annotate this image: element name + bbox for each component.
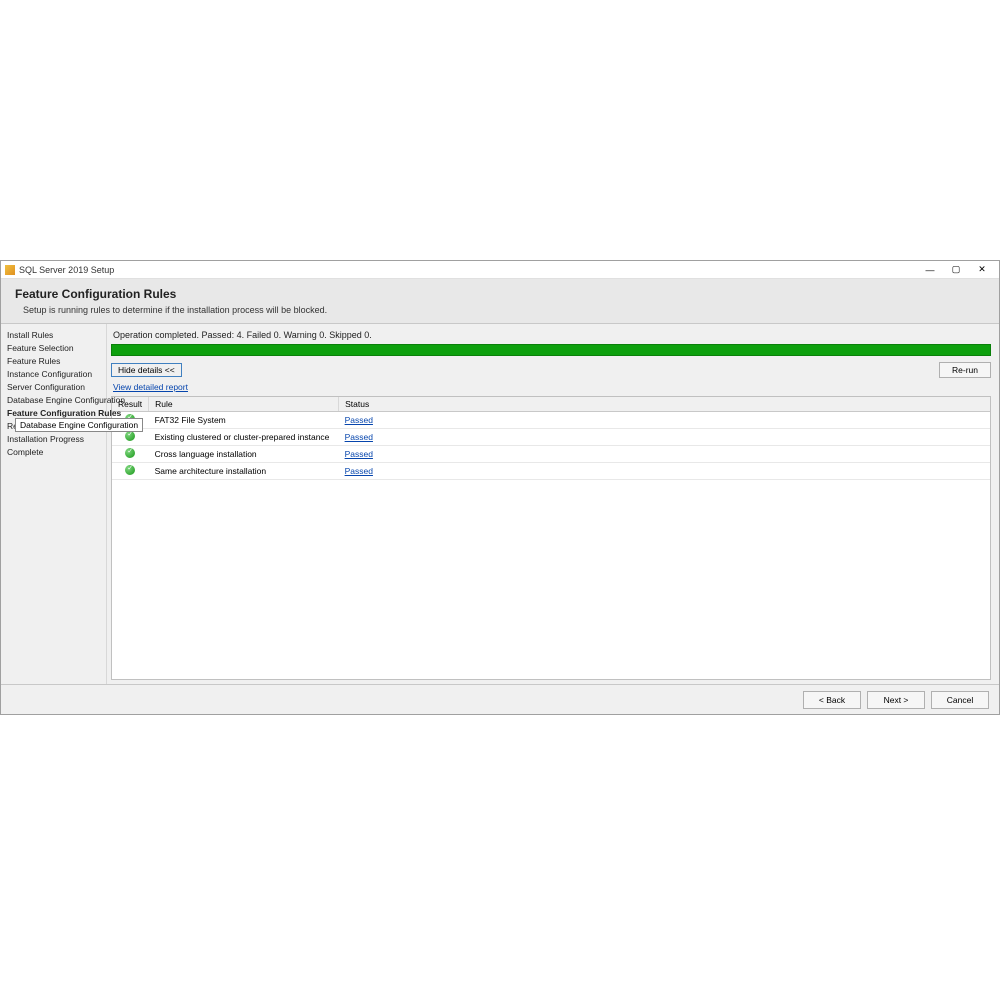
table-row[interactable]: Existing clustered or cluster-prepared i… [112, 429, 990, 446]
rule-cell: Cross language installation [149, 446, 339, 463]
sidebar-item-feature-rules[interactable]: Feature Rules [7, 354, 104, 367]
next-button[interactable]: Next > [867, 691, 925, 709]
col-status[interactable]: Status [339, 397, 990, 412]
view-report-link[interactable]: View detailed report [111, 380, 991, 396]
passed-icon [125, 465, 135, 475]
maximize-button[interactable]: ▢ [943, 262, 969, 278]
sidebar-item-server-config[interactable]: Server Configuration [7, 380, 104, 393]
rules-table-wrap: Result Rule Status FAT32 File System Pas… [111, 396, 991, 680]
setup-window: SQL Server 2019 Setup — ▢ ✕ Feature Conf… [0, 260, 1000, 715]
status-link[interactable]: Passed [345, 415, 373, 425]
passed-icon [125, 448, 135, 458]
rule-cell: Existing clustered or cluster-prepared i… [149, 429, 339, 446]
status-link[interactable]: Passed [345, 449, 373, 459]
rule-cell: FAT32 File System [149, 412, 339, 429]
window-title: SQL Server 2019 Setup [19, 265, 917, 275]
sidebar-item-complete[interactable]: Complete [7, 445, 104, 458]
status-link[interactable]: Passed [345, 432, 373, 442]
sidebar-item-install-progress[interactable]: Installation Progress [7, 432, 104, 445]
sidebar-item-feature-selection[interactable]: Feature Selection [7, 341, 104, 354]
col-rule[interactable]: Rule [149, 397, 339, 412]
passed-icon [125, 431, 135, 441]
table-row[interactable]: Same architecture installation Passed [112, 463, 990, 480]
cancel-button[interactable]: Cancel [931, 691, 989, 709]
details-row: Hide details << Re-run [111, 362, 991, 378]
rule-cell: Same architecture installation [149, 463, 339, 480]
app-icon [5, 265, 15, 275]
footer: < Back Next > Cancel [1, 684, 999, 714]
page-title: Feature Configuration Rules [15, 287, 989, 301]
hide-details-button[interactable]: Hide details << [111, 363, 182, 377]
status-link[interactable]: Passed [345, 466, 373, 476]
page-subtitle: Setup is running rules to determine if t… [15, 305, 989, 315]
rerun-button[interactable]: Re-run [939, 362, 991, 378]
sidebar-item-db-engine-config[interactable]: Database Engine Configuration [7, 393, 104, 406]
minimize-button[interactable]: — [917, 262, 943, 278]
main-panel: Operation completed. Passed: 4. Failed 0… [106, 324, 999, 684]
sidebar-tooltip: Database Engine Configuration [15, 418, 143, 432]
sidebar-item-instance-config[interactable]: Instance Configuration [7, 367, 104, 380]
window-controls: — ▢ ✕ [917, 262, 995, 278]
rules-table: Result Rule Status FAT32 File System Pas… [112, 397, 990, 480]
sidebar-item-install-rules[interactable]: Install Rules [7, 328, 104, 341]
table-row[interactable]: Cross language installation Passed [112, 446, 990, 463]
body: Install Rules Feature Selection Feature … [1, 324, 999, 684]
progress-bar [111, 344, 991, 356]
table-row[interactable]: FAT32 File System Passed [112, 412, 990, 429]
sidebar: Install Rules Feature Selection Feature … [1, 324, 106, 684]
operation-status: Operation completed. Passed: 4. Failed 0… [111, 328, 991, 344]
back-button[interactable]: < Back [803, 691, 861, 709]
titlebar: SQL Server 2019 Setup — ▢ ✕ [1, 261, 999, 279]
close-button[interactable]: ✕ [969, 262, 995, 278]
page-header: Feature Configuration Rules Setup is run… [1, 279, 999, 324]
